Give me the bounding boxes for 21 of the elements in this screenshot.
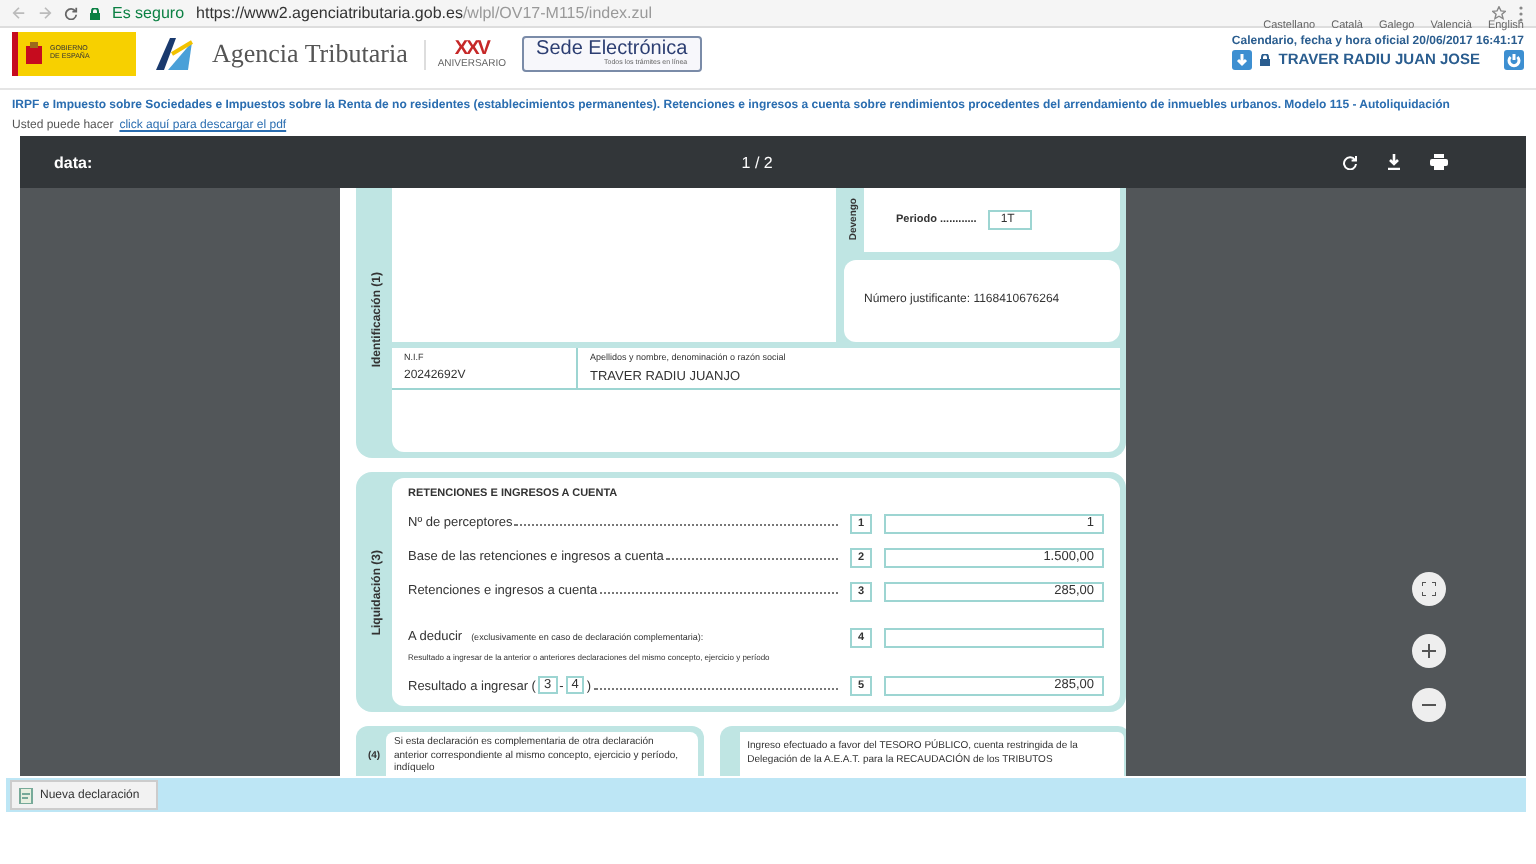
lock-icon — [1260, 53, 1271, 66]
plus-icon — [1422, 644, 1436, 659]
zoom-in-button[interactable] — [1412, 634, 1446, 669]
fit-page-button[interactable] — [1412, 572, 1446, 607]
download-icon[interactable] — [1385, 154, 1402, 171]
agency-name: Agencia Tributaria — [212, 38, 408, 70]
power-icon[interactable] — [1504, 49, 1524, 70]
lock-icon — [90, 7, 100, 19]
rotate-icon[interactable] — [1341, 154, 1358, 171]
address-bar[interactable]: https://www2.agenciatributaria.gob.es/wlpl/OV17-M115/index.zul — [196, 4, 1480, 22]
agency-logo-icon — [152, 36, 196, 72]
menu-icon[interactable] — [1518, 5, 1524, 21]
reload-icon[interactable] — [64, 6, 78, 20]
star-icon[interactable] — [1492, 6, 1506, 20]
page-counter: 1 / 2 — [741, 153, 773, 172]
document-name: data: — [54, 153, 93, 172]
security-label: Es seguro — [112, 4, 185, 22]
document-icon — [18, 787, 34, 804]
zoom-out-button[interactable] — [1412, 688, 1446, 723]
print-icon[interactable] — [1429, 154, 1448, 171]
fit-page-icon — [1422, 582, 1436, 597]
